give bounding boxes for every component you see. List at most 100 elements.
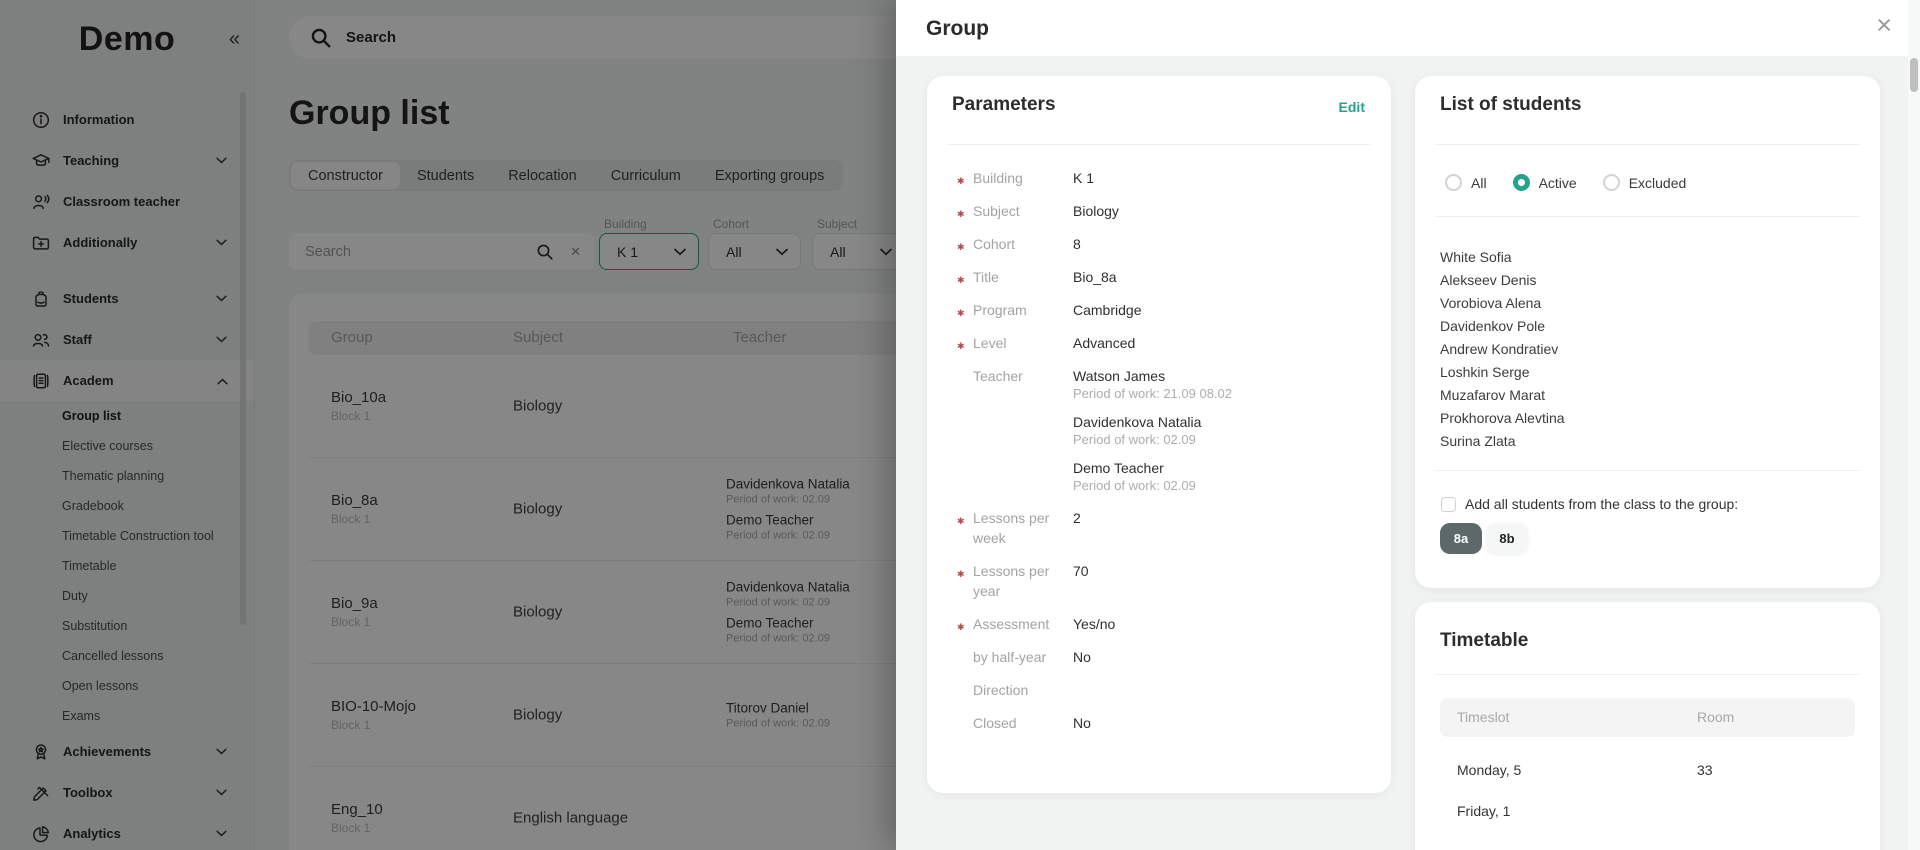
radio-all[interactable]: All (1445, 174, 1487, 191)
parameter-values (1073, 680, 1371, 700)
parameter-values: K 1 (1073, 168, 1371, 188)
radio-icon[interactable] (1603, 174, 1620, 191)
radio-label: Active (1539, 175, 1577, 191)
parameter-row-lessons-per-year: ✱Lessons per year70 (973, 561, 1371, 601)
add-all-students-row: Add all students from the class to the g… (1441, 496, 1738, 512)
parameter-value: Davidenkova Natalia (1073, 412, 1371, 432)
parameter-value-sub: Period of work: 02.09 (1073, 432, 1371, 448)
divider (1435, 470, 1860, 471)
parameter-values: Bio_8a (1073, 267, 1371, 287)
parameter-value: No (1073, 647, 1371, 667)
required-asterisk: ✱ (957, 303, 965, 323)
student-name[interactable]: Surina Zlata (1440, 430, 1565, 453)
required-asterisk: ✱ (957, 270, 965, 290)
parameter-values: Watson JamesPeriod of work: 21.09 08.02 D… (1073, 366, 1371, 494)
student-name[interactable]: Vorobiova Alena (1440, 292, 1565, 315)
parameter-value: Demo Teacher (1073, 458, 1371, 478)
parameter-row-closed: ClosedNo (973, 713, 1371, 733)
student-name[interactable]: Alekseev Denis (1440, 269, 1565, 292)
parameter-label: Teacher (973, 366, 1073, 494)
parameter-value: Bio_8a (1073, 267, 1371, 287)
column-header-timeslot: Timeslot (1457, 709, 1509, 725)
parameter-row-program: ✱ProgramCambridge (973, 300, 1371, 320)
parameter-value: Advanced (1073, 333, 1371, 353)
parameter-row-cohort: ✱Cohort8 (973, 234, 1371, 254)
parameter-label: ✱Lessons per year (973, 561, 1073, 601)
parameter-label: ✱Level (973, 333, 1073, 353)
divider (1435, 674, 1860, 675)
student-name[interactable]: Muzafarov Marat (1440, 384, 1565, 407)
add-all-checkbox[interactable] (1441, 497, 1456, 512)
parameter-value-sub: Period of work: 02.09 (1073, 478, 1371, 494)
parameter-row-subject: ✱SubjectBiology (973, 201, 1371, 221)
parameter-values: 8 (1073, 234, 1371, 254)
parameter-values: Yes/no (1073, 614, 1371, 634)
parameter-row-by-half-year: by half-yearNo (973, 647, 1371, 667)
parameter-label: ✱Building (973, 168, 1073, 188)
radio-selected-icon[interactable] (1513, 174, 1530, 191)
parameter-value-sub: Period of work: 21.09 08.02 (1073, 386, 1371, 402)
parameter-value: 8 (1073, 234, 1371, 254)
parameters-title: Parameters (952, 94, 1056, 116)
timetable-row[interactable]: Monday, 533 (1440, 751, 1855, 792)
parameter-label: ✱Lessons per week (973, 508, 1073, 548)
radio-active[interactable]: Active (1513, 174, 1577, 191)
parameter-value: Cambridge (1073, 300, 1371, 320)
parameter-values: 2 (1073, 508, 1371, 548)
radio-icon[interactable] (1445, 174, 1462, 191)
drawer-header: Group × (896, 0, 1920, 56)
class-button-8a[interactable]: 8a (1440, 523, 1482, 554)
timeslot-value: Monday, 5 (1457, 762, 1521, 778)
radio-excluded[interactable]: Excluded (1603, 174, 1687, 191)
parameter-label: ✱Title (973, 267, 1073, 287)
parameter-values: Biology (1073, 201, 1371, 221)
student-name[interactable]: White Sofia (1440, 246, 1565, 269)
timetable-card: Timetable Timeslot Room Monday, 533Frida… (1415, 602, 1880, 850)
parameter-values: 70 (1073, 561, 1371, 601)
student-name[interactable]: Davidenkov Pole (1440, 315, 1565, 338)
radio-label: All (1471, 175, 1487, 191)
scrollbar-thumb[interactable] (1910, 58, 1918, 92)
required-asterisk: ✱ (957, 237, 965, 257)
students-title: List of students (1440, 94, 1581, 116)
parameter-value: 70 (1073, 561, 1371, 581)
student-name[interactable]: Andrew Kondratiev (1440, 338, 1565, 361)
required-asterisk: ✱ (957, 204, 965, 224)
divider (1435, 216, 1860, 217)
students-card: List of students All Active Excluded White… (1415, 76, 1880, 588)
parameter-label: Closed (973, 713, 1073, 733)
parameter-label: ✱Subject (973, 201, 1073, 221)
required-asterisk: ✱ (957, 617, 965, 637)
students-filter-radios: All Active Excluded (1445, 174, 1686, 191)
students-list: White SofiaAlekseev DenisVorobiova Alena… (1440, 246, 1565, 453)
parameter-value: Biology (1073, 201, 1371, 221)
parameter-values: No (1073, 647, 1371, 667)
student-name[interactable]: Prokhorova Alevtina (1440, 407, 1565, 430)
parameter-row-title: ✱TitleBio_8a (973, 267, 1371, 287)
radio-label: Excluded (1629, 175, 1687, 191)
required-asterisk: ✱ (957, 564, 965, 584)
timeslot-value: Friday, 1 (1457, 803, 1510, 819)
class-button-8b[interactable]: 8b (1486, 523, 1528, 554)
edit-parameters-button[interactable]: Edit (1339, 99, 1365, 115)
divider (947, 144, 1371, 145)
parameters-list: ✱BuildingK 1✱SubjectBiology✱Cohort8✱Titl… (973, 168, 1371, 746)
timetable-row[interactable]: Friday, 1 (1440, 792, 1855, 833)
student-name[interactable]: Loshkin Serge (1440, 361, 1565, 384)
parameter-label: ✱Assessment (973, 614, 1073, 634)
column-header-room: Room (1697, 709, 1734, 725)
parameter-value: 2 (1073, 508, 1371, 528)
class-buttons: 8a8b (1440, 523, 1528, 554)
group-drawer: Group × Parameters Edit ✱BuildingK 1✱Sub… (896, 0, 1920, 850)
close-icon[interactable]: × (1876, 12, 1892, 39)
required-asterisk: ✱ (957, 171, 965, 191)
parameter-value: Watson James (1073, 366, 1371, 386)
timetable-header: Timeslot Room (1440, 698, 1855, 737)
parameter-row-teacher: TeacherWatson JamesPeriod of work: 21.09… (973, 366, 1371, 494)
drawer-scrollbar[interactable] (1908, 0, 1920, 850)
parameter-values: Cambridge (1073, 300, 1371, 320)
parameter-values: Advanced (1073, 333, 1371, 353)
parameter-label: ✱Program (973, 300, 1073, 320)
add-all-label: Add all students from the class to the g… (1465, 496, 1738, 512)
parameter-row-lessons-per-week: ✱Lessons per week2 (973, 508, 1371, 548)
